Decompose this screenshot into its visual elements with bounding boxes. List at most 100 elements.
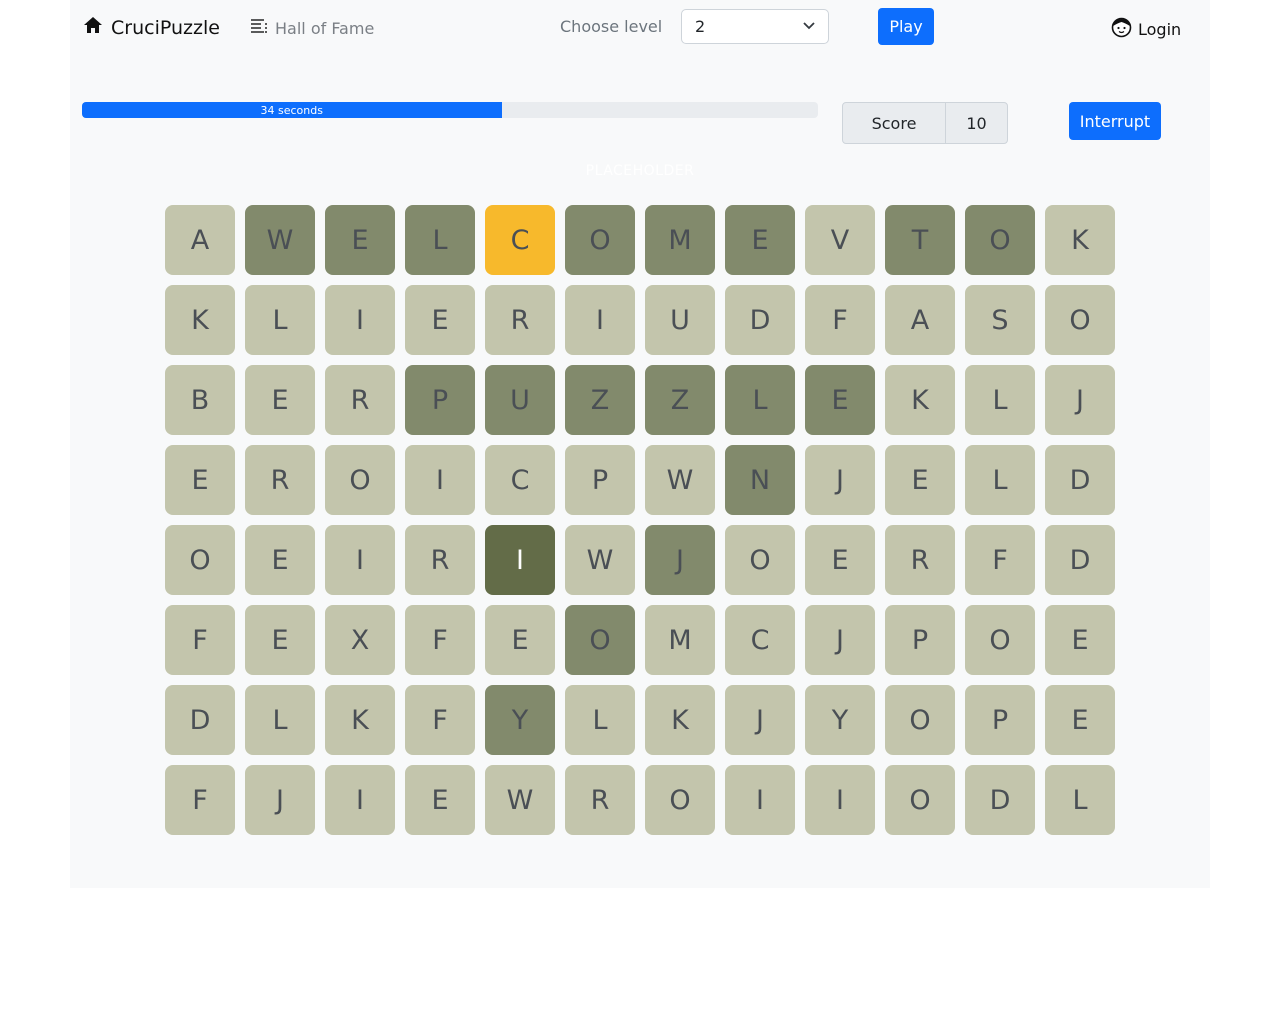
letter-cell[interactable]: E [725,205,795,275]
letter-cell[interactable]: R [485,285,555,355]
letter-cell[interactable]: I [325,285,395,355]
letter-cell[interactable]: W [565,525,635,595]
letter-cell[interactable]: F [165,605,235,675]
play-button[interactable]: Play [878,8,934,45]
letter-cell[interactable]: L [1045,765,1115,835]
letter-cell[interactable]: O [645,765,715,835]
letter-cell[interactable]: R [885,525,955,595]
letter-cell[interactable]: O [325,445,395,515]
letter-cell[interactable]: E [245,365,315,435]
letter-cell[interactable]: E [1045,685,1115,755]
letter-cell[interactable]: O [885,765,955,835]
letter-cell[interactable]: A [165,205,235,275]
letter-cell[interactable]: E [1045,605,1115,675]
letter-cell[interactable]: C [485,445,555,515]
letter-cell[interactable]: O [565,205,635,275]
letter-cell[interactable]: L [405,205,475,275]
letter-cell[interactable]: K [645,685,715,755]
letter-cell[interactable]: I [405,445,475,515]
letter-cell[interactable]: L [245,685,315,755]
login-link[interactable]: Login [1111,17,1181,42]
letter-cell[interactable]: V [805,205,875,275]
letter-cell[interactable]: E [325,205,395,275]
letter-cell[interactable]: O [565,605,635,675]
letter-cell[interactable]: O [885,685,955,755]
letter-cell[interactable]: P [885,605,955,675]
letter-cell[interactable]: M [645,205,715,275]
letter-cell[interactable]: A [885,285,955,355]
letter-cell[interactable]: J [245,765,315,835]
letter-cell[interactable]: L [245,285,315,355]
letter-cell[interactable]: J [645,525,715,595]
letter-cell[interactable]: J [805,445,875,515]
letter-cell[interactable]: T [885,205,955,275]
letter-cell[interactable]: N [725,445,795,515]
letter-cell[interactable]: D [1045,525,1115,595]
letter-cell[interactable]: U [645,285,715,355]
letter-cell[interactable]: R [245,445,315,515]
letter-cell[interactable]: R [325,365,395,435]
letter-cell[interactable]: D [965,765,1035,835]
letter-cell[interactable]: O [1045,285,1115,355]
letter-cell[interactable]: K [165,285,235,355]
letter-cell[interactable]: L [965,445,1035,515]
letter-cell[interactable]: R [565,765,635,835]
letter-cell[interactable]: P [965,685,1035,755]
letter-cell[interactable]: I [805,765,875,835]
interrupt-button[interactable]: Interrupt [1069,102,1161,140]
letter-cell[interactable]: D [1045,445,1115,515]
letter-cell[interactable]: W [245,205,315,275]
letter-cell[interactable]: E [805,525,875,595]
letter-cell[interactable]: F [405,605,475,675]
letter-cell[interactable]: C [725,605,795,675]
letter-cell[interactable]: E [485,605,555,675]
letter-cell[interactable]: I [725,765,795,835]
letter-cell[interactable]: I [485,525,555,595]
letter-cell[interactable]: J [805,605,875,675]
letter-cell[interactable]: E [165,445,235,515]
letter-cell[interactable]: Z [645,365,715,435]
letter-cell[interactable]: I [325,525,395,595]
letter-cell[interactable]: I [325,765,395,835]
letter-cell[interactable]: O [965,605,1035,675]
letter-cell[interactable]: J [725,685,795,755]
level-select[interactable]: 2 [681,9,829,44]
letter-cell[interactable]: O [965,205,1035,275]
letter-cell[interactable]: E [245,525,315,595]
letter-cell[interactable]: K [325,685,395,755]
letter-cell[interactable]: I [565,285,635,355]
letter-cell[interactable]: U [485,365,555,435]
letter-cell[interactable]: L [725,365,795,435]
letter-cell[interactable]: L [565,685,635,755]
letter-cell[interactable]: E [805,365,875,435]
letter-cell[interactable]: K [1045,205,1115,275]
letter-cell[interactable]: O [725,525,795,595]
letter-cell[interactable]: F [805,285,875,355]
letter-cell[interactable]: J [1045,365,1115,435]
letter-cell[interactable]: Y [485,685,555,755]
letter-cell[interactable]: R [405,525,475,595]
brand-link[interactable]: CruciPuzzle [83,15,220,40]
letter-cell[interactable]: Y [805,685,875,755]
letter-cell[interactable]: M [645,605,715,675]
letter-cell[interactable]: B [165,365,235,435]
letter-cell[interactable]: O [165,525,235,595]
letter-cell[interactable]: D [725,285,795,355]
hall-of-fame-link[interactable]: Hall of Fame [249,16,374,40]
letter-cell[interactable]: S [965,285,1035,355]
letter-cell[interactable]: E [885,445,955,515]
letter-cell[interactable]: C [485,205,555,275]
letter-cell[interactable]: W [645,445,715,515]
letter-cell[interactable]: F [165,765,235,835]
letter-cell[interactable]: K [885,365,955,435]
letter-cell[interactable]: W [485,765,555,835]
letter-cell[interactable]: E [245,605,315,675]
letter-cell[interactable]: E [405,765,475,835]
letter-cell[interactable]: F [405,685,475,755]
letter-cell[interactable]: P [565,445,635,515]
letter-cell[interactable]: F [965,525,1035,595]
letter-cell[interactable]: P [405,365,475,435]
letter-cell[interactable]: D [165,685,235,755]
letter-cell[interactable]: E [405,285,475,355]
letter-cell[interactable]: X [325,605,395,675]
